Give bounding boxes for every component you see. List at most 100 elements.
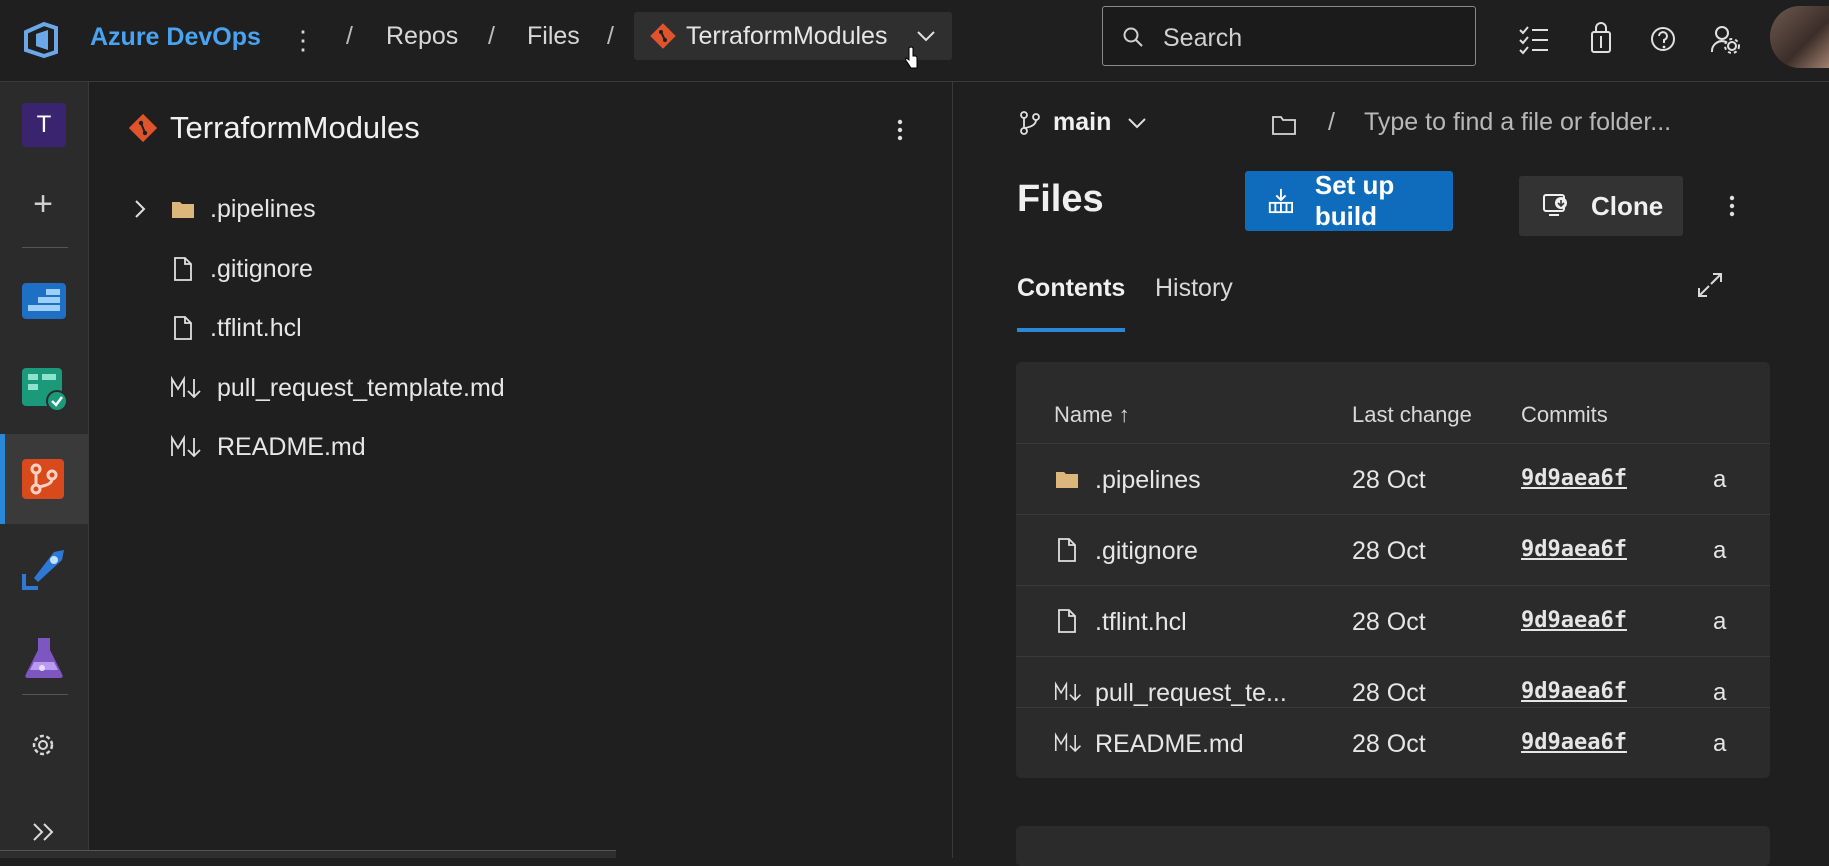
mouse-cursor-icon <box>905 46 918 69</box>
path-separator: / <box>1328 108 1335 136</box>
breadcrumb-files[interactable]: Files <box>527 22 580 51</box>
pipelines-icon[interactable] <box>20 544 68 592</box>
clone-icon <box>1543 194 1567 216</box>
markdown-icon <box>171 375 201 399</box>
files-table: Name ↑ Last change Commits .pipelines 28… <box>1016 362 1770 778</box>
row-commit-link[interactable]: 9d9aea6f <box>1521 679 1627 704</box>
breadcrumb-separator: / <box>488 22 495 50</box>
boards-icon[interactable] <box>20 364 68 412</box>
tab-history[interactable]: History <box>1155 274 1233 303</box>
overview-icon[interactable] <box>20 277 68 325</box>
file-icon <box>174 257 192 281</box>
row-name[interactable]: .gitignore <box>1095 537 1198 566</box>
column-header-last-change: Last change <box>1352 402 1472 427</box>
active-tab-indicator <box>1017 328 1125 332</box>
git-repo-icon <box>128 113 158 143</box>
user-avatar[interactable] <box>1770 6 1829 68</box>
folder-icon <box>172 202 194 218</box>
set-up-build-button[interactable]: Set up build <box>1245 170 1453 231</box>
row-name[interactable]: pull_request_te... <box>1095 679 1287 708</box>
breadcrumb-repos[interactable]: Repos <box>386 22 458 51</box>
markdown-icon <box>1054 681 1082 702</box>
brand-link[interactable]: Azure DevOps <box>90 23 261 52</box>
full-screen-icon[interactable] <box>1695 270 1725 300</box>
row-date: 28 Oct <box>1352 466 1426 494</box>
branch-icon <box>1020 110 1040 135</box>
more-actions-icon[interactable] <box>1722 188 1742 224</box>
column-header-name[interactable]: Name ↑ <box>1054 402 1130 428</box>
row-date: 28 Oct <box>1352 608 1426 636</box>
task-list-icon[interactable] <box>1516 22 1550 56</box>
row-date: 28 Oct <box>1352 537 1426 565</box>
breadcrumb-separator: / <box>346 22 353 50</box>
tree-item-label: .tflint.hcl <box>210 313 302 342</box>
project-avatar[interactable]: T <box>22 103 66 147</box>
tree-item-gitignore[interactable]: .gitignore <box>90 239 953 299</box>
page-title: Files <box>1017 178 1104 220</box>
search-placeholder: Search <box>1163 24 1243 52</box>
tree-item-pipelines[interactable]: .pipelines <box>90 179 953 239</box>
tree-item-label: .gitignore <box>210 254 313 283</box>
build-icon <box>1268 188 1294 214</box>
folder-outline-icon[interactable] <box>1270 112 1298 138</box>
row-name[interactable]: .pipelines <box>1095 466 1201 495</box>
folder-icon <box>1056 472 1078 488</box>
branch-name: main <box>1053 108 1112 136</box>
marketplace-bag-icon[interactable] <box>1584 22 1618 56</box>
row-author: a <box>1713 466 1727 493</box>
row-date: 28 Oct <box>1352 730 1426 758</box>
nav-divider <box>22 694 68 695</box>
file-tree-panel: TerraformModules .pipelines .gitignore .… <box>90 82 953 858</box>
tree-item-tflint[interactable]: .tflint.hcl <box>90 298 953 358</box>
tree-item-label: .pipelines <box>210 194 316 223</box>
expand-nav-icon[interactable] <box>30 818 58 846</box>
file-icon <box>174 316 192 340</box>
search-icon <box>1123 27 1143 47</box>
row-author: a <box>1713 730 1727 757</box>
column-header-commits: Commits <box>1521 402 1608 427</box>
row-commit-link[interactable]: 9d9aea6f <box>1521 608 1627 633</box>
file-icon <box>1058 538 1076 562</box>
row-commit-link[interactable]: 9d9aea6f <box>1521 466 1627 491</box>
tree-header: TerraformModules <box>128 110 420 146</box>
tree-repo-title: TerraformModules <box>170 110 420 145</box>
file-icon <box>1058 609 1076 633</box>
more-options-icon[interactable]: ⋮ <box>290 22 316 58</box>
tree-more-options-icon[interactable] <box>890 112 910 148</box>
row-name[interactable]: README.md <box>1095 730 1244 759</box>
user-settings-icon[interactable] <box>1708 22 1742 56</box>
table-row[interactable]: .gitignore 28 Oct 9d9aea6f a <box>1016 514 1770 585</box>
left-navigation: T + <box>0 82 89 858</box>
row-name[interactable]: .tflint.hcl <box>1095 608 1187 637</box>
file-path-search-input[interactable]: Type to find a file or folder... <box>1364 108 1671 137</box>
branch-selector[interactable]: main <box>1017 108 1149 137</box>
row-author: a <box>1713 608 1727 635</box>
files-main-panel: main / Type to find a file or folder... … <box>954 82 1829 866</box>
git-repo-icon <box>650 23 676 49</box>
readme-card <box>1016 826 1770 866</box>
table-row[interactable]: .tflint.hcl 28 Oct 9d9aea6f a <box>1016 585 1770 656</box>
chevron-down-icon <box>917 31 935 42</box>
repos-icon[interactable] <box>20 455 68 503</box>
chevron-right-icon[interactable] <box>130 197 150 221</box>
help-icon[interactable] <box>1646 22 1680 56</box>
tree-item-label: README.md <box>217 432 366 461</box>
row-commit-link[interactable]: 9d9aea6f <box>1521 537 1627 562</box>
row-author: a <box>1713 679 1727 706</box>
clone-button[interactable]: Clone <box>1519 176 1683 236</box>
row-author: a <box>1713 537 1727 564</box>
tree-item-pull-request-template[interactable]: pull_request_template.md <box>90 358 953 418</box>
tree-item-readme[interactable]: README.md <box>90 417 953 477</box>
status-bar <box>0 850 616 858</box>
row-commit-link[interactable]: 9d9aea6f <box>1521 730 1627 755</box>
tab-contents[interactable]: Contents <box>1017 274 1125 303</box>
new-item-icon[interactable]: + <box>26 187 60 221</box>
tree-item-label: pull_request_template.md <box>217 373 505 402</box>
table-row[interactable]: .pipelines 28 Oct 9d9aea6f a <box>1016 443 1770 514</box>
nav-divider <box>22 247 68 248</box>
search-box[interactable]: Search <box>1102 6 1476 66</box>
table-row[interactable]: README.md 28 Oct 9d9aea6f a <box>1016 707 1770 778</box>
test-plans-icon[interactable] <box>20 634 68 682</box>
azure-devops-logo-icon[interactable] <box>22 20 64 60</box>
project-settings-gear-icon[interactable] <box>28 730 58 760</box>
